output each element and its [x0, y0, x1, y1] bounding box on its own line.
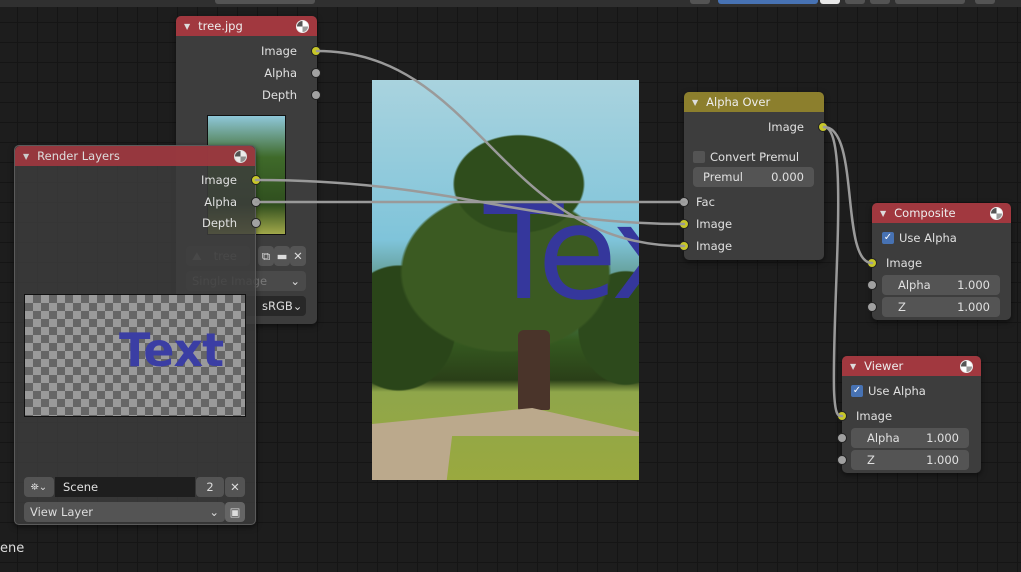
link-alphaover-to-composite[interactable] [822, 125, 874, 265]
scene-label: ene [0, 541, 25, 556]
link-tree-image-to-alphaover-image2[interactable] [315, 49, 686, 248]
link-alphaover-to-viewer[interactable] [822, 125, 844, 418]
node-links [254, 49, 874, 418]
